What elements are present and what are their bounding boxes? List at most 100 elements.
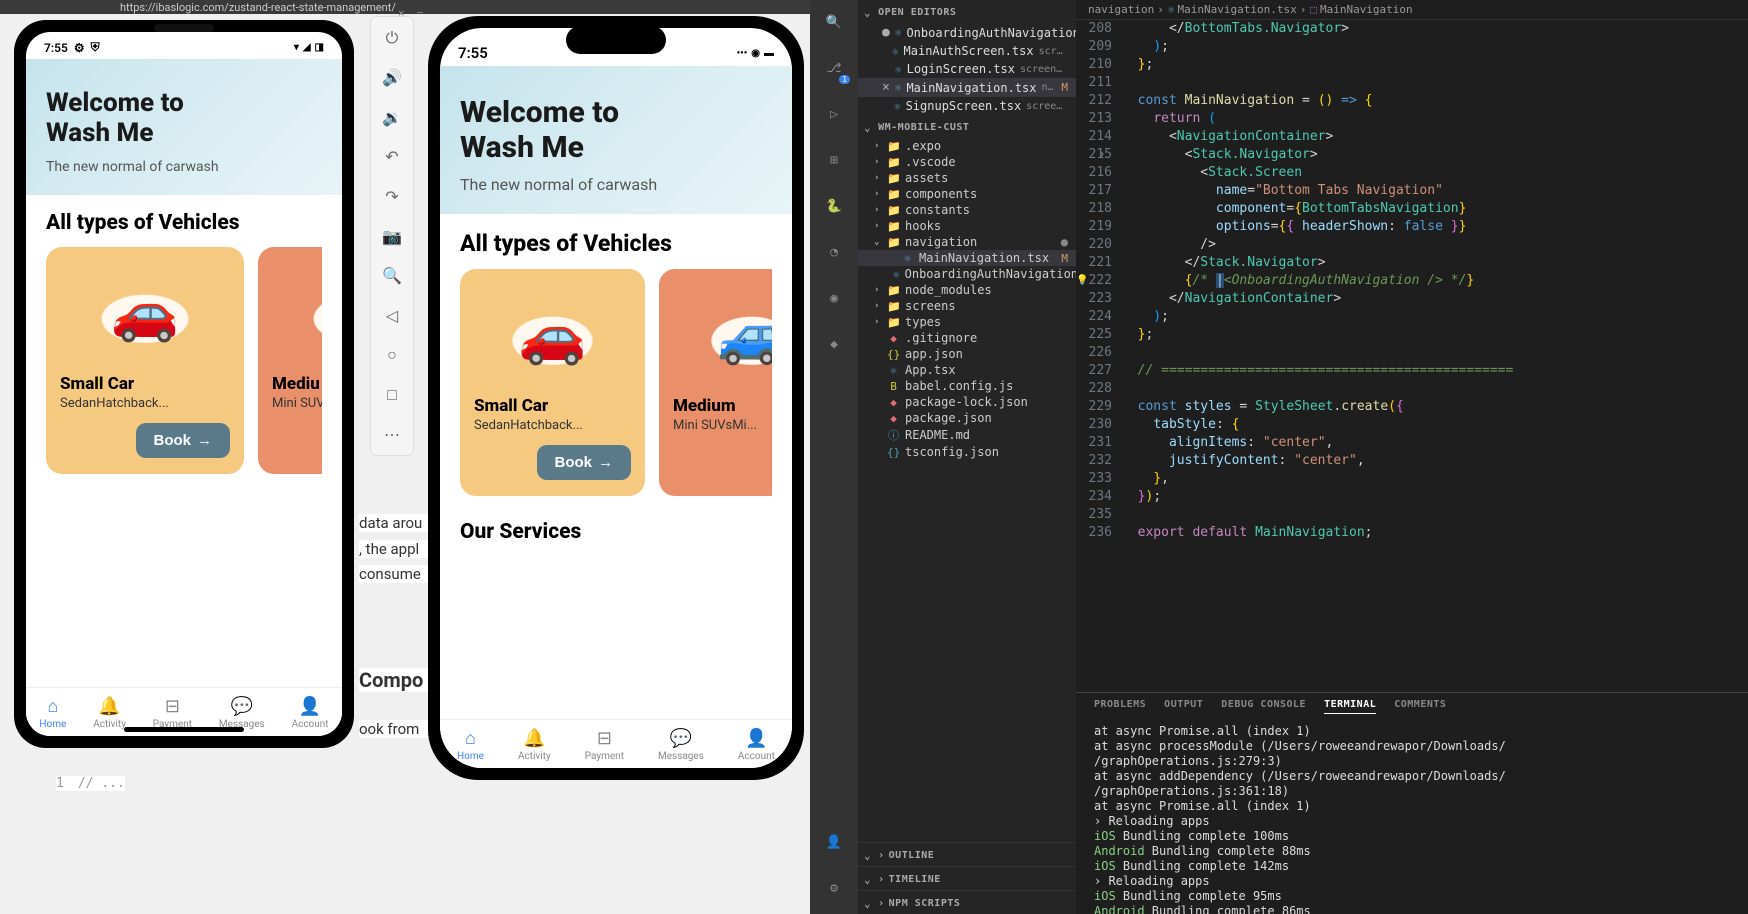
overview-icon[interactable]: □ — [381, 384, 403, 406]
vehicle-card-small[interactable]: 🚗 Small Car SedanHatchback... Book → — [46, 247, 244, 474]
tree-item[interactable]: ⚛App.tsx — [858, 362, 1076, 378]
settings-gear-icon[interactable]: ⚙ — [822, 876, 846, 900]
code-text[interactable]: </BottomTabs.Navigator> ); }; const Main… — [1122, 20, 1748, 692]
editor-path: screens/auth — [1020, 64, 1068, 75]
open-editors-header[interactable]: OPEN EDITORS — [858, 0, 1076, 23]
remote-icon[interactable]: ◉ — [822, 286, 846, 310]
timeline-header[interactable]: › TIMELINE — [858, 866, 1076, 890]
book-button[interactable]: Book → — [537, 445, 632, 480]
rotate-right-icon[interactable]: ↷ — [381, 186, 403, 208]
nav-payment[interactable]: ⊟Payment — [585, 728, 624, 762]
nav-home[interactable]: ⌂Home — [39, 696, 66, 730]
open-editor-item[interactable]: ⚛LoginScreen.tsx screens/auth — [858, 60, 1076, 78]
volume-down-icon[interactable]: 🔉 — [381, 106, 403, 128]
android-home-bar[interactable] — [124, 727, 244, 732]
back-icon[interactable]: ◁ — [381, 304, 403, 326]
wallet-icon: ⊟ — [597, 728, 612, 749]
breadcrumb[interactable]: navigation › ⚛ MainNavigation.tsx › ⬚ Ma… — [1076, 0, 1748, 20]
tree-item-name: tsconfig.json — [905, 445, 999, 459]
nav-activity[interactable]: 🔔Activity — [518, 728, 551, 762]
open-editor-item[interactable]: ×⚛MainNavigation.tsx navig...M — [858, 78, 1076, 97]
tree-item[interactable]: ›📁components — [858, 186, 1076, 202]
terminal-output[interactable]: at async Promise.all (index 1) at async … — [1076, 720, 1748, 914]
volume-up-icon[interactable]: 🔊 — [381, 67, 403, 89]
vehicle-card-medium[interactable]: 🚙 Medium Mini SUVsMi... — [659, 269, 772, 496]
nav-account[interactable]: 👤Account — [738, 728, 775, 762]
editor-filename: MainNavigation.tsx — [906, 81, 1036, 95]
tab-debug-console[interactable]: DEBUG CONSOLE — [1221, 699, 1306, 714]
breadcrumb-folder[interactable]: navigation › — [1088, 3, 1164, 16]
tree-item[interactable]: ›📁hooks — [858, 218, 1076, 234]
python-icon[interactable]: 🐍 — [822, 194, 846, 218]
tab-terminal[interactable]: TERMINAL — [1324, 699, 1376, 714]
tree-item[interactable]: ◆package.json — [858, 410, 1076, 426]
db-icon[interactable]: ◆ — [822, 332, 846, 356]
nav-messages[interactable]: 💬Messages — [658, 728, 704, 762]
tree-item[interactable]: ›📁constants — [858, 202, 1076, 218]
run-debug-icon[interactable]: ▷ — [822, 102, 846, 126]
nav-home[interactable]: ⌂Home — [457, 728, 484, 762]
code-content[interactable]: 2082092102112122132142152162172182192202… — [1076, 20, 1748, 692]
tree-item-name: constants — [905, 203, 970, 217]
extensions-icon[interactable]: ⊞ — [822, 148, 846, 172]
camera-icon[interactable]: 📷 — [381, 225, 403, 247]
open-editor-item[interactable]: ●⚛OnboardingAuthNavigation.ts... — [858, 23, 1076, 42]
arrow-right-icon: → — [197, 432, 212, 449]
vehicle-title: Small Car — [60, 374, 230, 394]
search-icon[interactable]: 🔍 — [822, 10, 846, 34]
zoom-icon[interactable]: 🔍 — [381, 265, 403, 287]
chevron-icon: › — [874, 285, 882, 295]
tree-item[interactable]: ◆.gitignore — [858, 330, 1076, 346]
book-button[interactable]: Book → — [136, 423, 231, 458]
chevron-icon: › — [874, 157, 882, 167]
vehicle-card-small[interactable]: 🚗 Small Car SedanHatchback... Book → — [460, 269, 645, 496]
emulator-min-icon[interactable]: – — [416, 6, 430, 20]
tree-item[interactable]: Bbabel.config.js — [858, 378, 1076, 394]
more-icon[interactable]: ⋯ — [381, 423, 403, 445]
outline-header[interactable]: › OUTLINE — [858, 842, 1076, 866]
breadcrumb-file[interactable]: ⚛ MainNavigation.tsx › — [1168, 3, 1306, 16]
npm-scripts-header[interactable]: › NPM SCRIPTS — [858, 890, 1076, 914]
github-icon[interactable]: ◔ — [822, 240, 846, 264]
tree-item[interactable]: ›📁assets — [858, 170, 1076, 186]
source-control-icon[interactable]: ⎇1 — [822, 56, 846, 80]
modified-indicator: M — [1061, 252, 1068, 265]
tree-item-name: app.json — [905, 347, 963, 361]
close-icon[interactable]: × — [882, 80, 890, 95]
tree-item[interactable]: ⓘREADME.md — [858, 426, 1076, 444]
tree-item[interactable]: ◆package-lock.json — [858, 394, 1076, 410]
vehicle-card-medium[interactable]: 🚙 Mediu Mini SUV — [258, 247, 322, 474]
tab-output[interactable]: OUTPUT — [1164, 699, 1203, 714]
project-header[interactable]: WM-MOBILE-CUST — [858, 115, 1076, 138]
tree-item[interactable]: ›📁node_modules — [858, 282, 1076, 298]
open-editor-item[interactable]: ⚛MainAuthScreen.tsx screens/a... — [858, 42, 1076, 60]
account-icon[interactable]: 👤 — [822, 830, 846, 854]
file-type-icon: ◆ — [887, 332, 900, 345]
section-title: All types of Vehicles — [460, 230, 672, 257]
rotate-left-icon[interactable]: ↶ — [381, 146, 403, 168]
tree-item[interactable]: {}tsconfig.json — [858, 444, 1076, 460]
nav-payment[interactable]: ⊟Payment — [153, 696, 192, 730]
nav-account[interactable]: 👤Account — [292, 696, 329, 730]
editor-path: screens/a... — [1039, 46, 1068, 57]
open-editor-item[interactable]: ⚛SignupScreen.tsx screens/auth — [858, 97, 1076, 115]
tree-item-name: navigation — [905, 235, 977, 249]
breadcrumb-symbol[interactable]: ⬚ MainNavigation — [1310, 3, 1412, 16]
tree-item[interactable]: {}app.json — [858, 346, 1076, 362]
tab-problems[interactable]: PROBLEMS — [1094, 699, 1146, 714]
power-icon[interactable]: ⏻ — [381, 27, 403, 49]
home-circle-icon[interactable]: ○ — [381, 344, 403, 366]
tree-item[interactable]: ›📁screens — [858, 298, 1076, 314]
tree-item[interactable]: ›📁.vscode — [858, 154, 1076, 170]
vehicle-subtitle: Mini SUV — [272, 396, 322, 411]
nav-activity[interactable]: 🔔Activity — [93, 696, 126, 730]
nav-messages[interactable]: 💬Messages — [219, 696, 265, 730]
hero-subtitle: The new normal of carwash — [460, 175, 772, 194]
tree-item[interactable]: ›📁types — [858, 314, 1076, 330]
home-icon: ⌂ — [47, 696, 58, 717]
tree-item[interactable]: ⚛MainNavigation.tsxM — [858, 250, 1076, 266]
tree-item[interactable]: ⌄📁navigation● — [858, 234, 1076, 250]
tree-item[interactable]: ›📁.expo — [858, 138, 1076, 154]
tab-comments[interactable]: COMMENTS — [1394, 699, 1446, 714]
tree-item[interactable]: ⚛OnboardingAuthNavigation.tsx — [858, 266, 1076, 282]
